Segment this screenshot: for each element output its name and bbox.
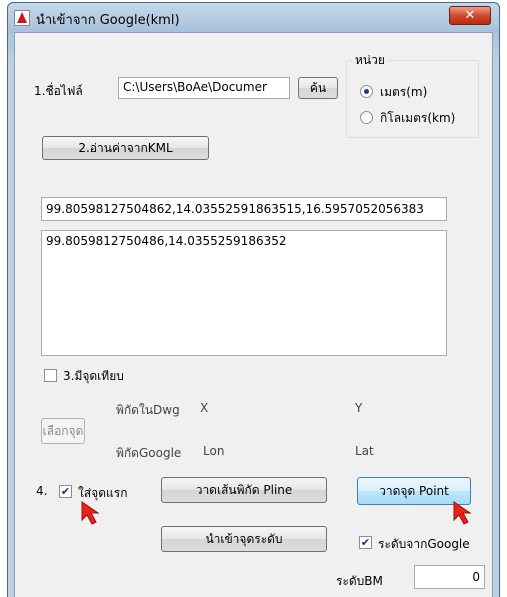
unit-kilometer-label: กิโลเมตร(km) (380, 111, 456, 125)
file-path-input[interactable]: C:\Users\BoAe\Documer (118, 77, 290, 99)
bm-level-label: ระดับBM (336, 574, 383, 588)
unit-meter-label: เมตร(m) (380, 85, 428, 99)
pointer-arrow-icon (452, 500, 478, 529)
first-point-checkbox[interactable]: ✔ (59, 485, 72, 498)
coordinates-raw-input[interactable]: 99.80598127504862,14.03552591863515,16.5… (41, 197, 447, 221)
select-point-button[interactable]: เลือกจุด (41, 418, 85, 444)
step4-number-label: 4. (36, 484, 48, 498)
dwg-y-label: Y (355, 401, 363, 415)
google-coordinate-label: พิกัดGoogle (116, 446, 182, 460)
units-group-title: หน่วย (352, 51, 388, 70)
coordinates-listbox[interactable]: 99.8059812750486,14.0355259186352 (41, 230, 447, 356)
bm-level-input[interactable]: 0 (414, 565, 485, 589)
reference-point-checkbox[interactable] (44, 369, 57, 382)
title-bar[interactable]: นำเข้าจาก Google(kml) ✕ (8, 3, 499, 33)
read-kml-button[interactable]: 2.อ่านค่าจากKML (42, 136, 209, 160)
coordinate-list-item[interactable]: 99.8059812750486,14.0355259186352 (46, 234, 442, 248)
level-from-google-label: ระดับจากGoogle (378, 537, 470, 551)
unit-meter-radio[interactable] (360, 85, 373, 98)
dwg-coordinate-label: พิกัดในDwg (116, 403, 180, 417)
close-button[interactable]: ✕ (449, 6, 491, 25)
file-name-label: 1.ชื่อไฟล์ (34, 84, 83, 98)
level-from-google-checkbox[interactable]: ✔ (359, 536, 372, 549)
draw-pline-button[interactable]: วาดเส้นพิกัด Pline (161, 477, 327, 503)
reference-point-label: 3.มีจุดเทียบ (63, 369, 124, 383)
pointer-arrow-icon (80, 500, 106, 529)
autocad-app-icon (14, 10, 30, 26)
import-level-points-button[interactable]: นำเข้าจุดระดับ (161, 526, 327, 552)
unit-kilometer-radio[interactable] (360, 111, 373, 124)
google-lon-label: Lon (203, 444, 225, 458)
google-lat-label: Lat (355, 444, 374, 458)
dwg-x-label: X (200, 401, 209, 415)
browse-button[interactable]: ค้น (298, 77, 338, 99)
window-title: นำเข้าจาก Google(kml) (36, 13, 180, 28)
